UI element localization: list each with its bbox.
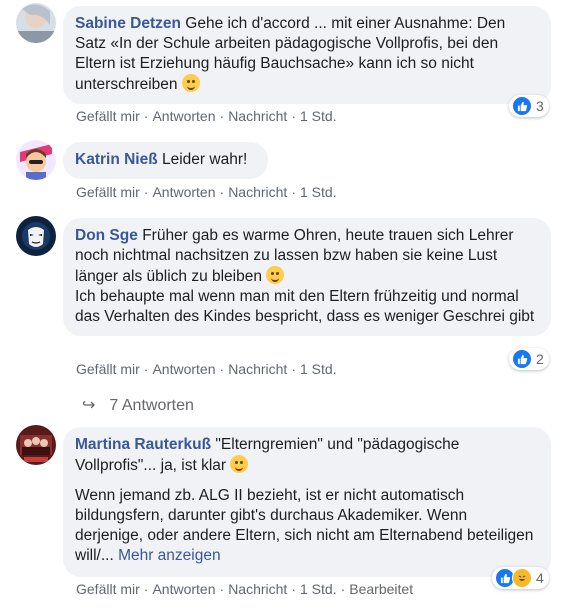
avatar[interactable] [16, 140, 56, 180]
reaction-count[interactable]: 3 [509, 95, 549, 117]
message-link[interactable]: Nachricht [228, 581, 287, 597]
comment-actions: Gefällt mir · Antworten · Nachricht · 1 Std. · B… [76, 581, 414, 597]
like-link[interactable]: Gefällt mir [76, 361, 140, 377]
reply-link[interactable]: Antworten [152, 108, 215, 124]
haha-icon [512, 568, 532, 588]
avatar[interactable] [16, 216, 56, 256]
timestamp[interactable]: 1 Std. [300, 184, 337, 200]
avatar[interactable] [16, 3, 56, 43]
like-link[interactable]: Gefällt mir [76, 184, 140, 200]
like-icon [512, 96, 532, 116]
comment-actions: Gefällt mir · Antworten · Nachricht · 1 Std. [76, 108, 337, 124]
timestamp[interactable]: 1 Std. [300, 581, 337, 597]
like-icon [512, 349, 532, 369]
comment-actions: Gefällt mir · Antworten · Nachricht · 1 Std. [76, 184, 337, 200]
avatar[interactable] [16, 425, 56, 465]
timestamp[interactable]: 1 Std. [300, 361, 337, 377]
smiling-face-icon [181, 74, 200, 92]
comment-bubble: Martina Rauterkuß "Elterngremien" und "p… [63, 427, 551, 577]
like-link[interactable]: Gefällt mir [76, 581, 140, 597]
author-name[interactable]: Martina Rauterkuß [75, 436, 211, 453]
timestamp[interactable]: 1 Std. [300, 108, 337, 124]
comment-text: Früher gab es warme Ohren, heute trauen … [75, 227, 514, 285]
author-name[interactable]: Don Sge [75, 227, 138, 244]
comment-text: Ich behaupte mal wenn man mit den Eltern… [75, 288, 535, 325]
rolling-laughing-face-icon [230, 455, 249, 473]
like-link[interactable]: Gefällt mir [76, 108, 140, 124]
reply-link[interactable]: Antworten [152, 581, 215, 597]
comment-bubble: Katrin Nieß Leider wahr! [63, 142, 268, 179]
comment-bubble: Don Sge Früher gab es warme Ohren, heute… [63, 218, 551, 336]
message-link[interactable]: Nachricht [228, 184, 287, 200]
message-link[interactable]: Nachricht [228, 361, 287, 377]
winking-tongue-face-icon [266, 266, 285, 284]
reaction-count[interactable]: 2 [509, 348, 549, 370]
see-more-link[interactable]: Mehr anzeigen [118, 547, 221, 564]
comment-bubble: Sabine Detzen Gehe ich d'accord ... mit … [63, 6, 551, 104]
comment-text: Leider wahr! [162, 151, 248, 168]
edited-label: Bearbeitet [349, 581, 414, 597]
view-replies-link[interactable]: ↪ 7 Antworten [82, 395, 194, 415]
author-name[interactable]: Katrin Nieß [75, 151, 158, 168]
reply-link[interactable]: Antworten [152, 361, 215, 377]
message-link[interactable]: Nachricht [228, 108, 287, 124]
comment-actions: Gefällt mir · Antworten · Nachricht · 1 Std. [76, 361, 337, 377]
reply-arrow-icon: ↪ [82, 397, 96, 414]
reply-link[interactable]: Antworten [152, 184, 215, 200]
author-name[interactable]: Sabine Detzen [75, 15, 181, 32]
reaction-count[interactable]: 4 [492, 567, 549, 589]
